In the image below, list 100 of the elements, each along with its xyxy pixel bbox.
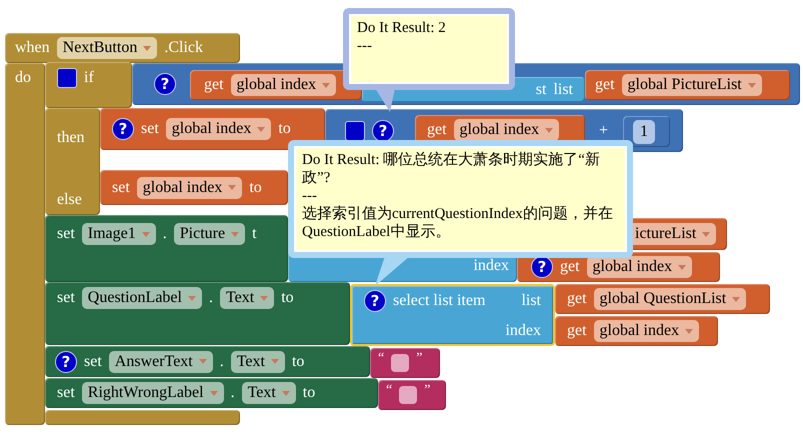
block-label: then — [57, 129, 85, 147]
dropdown-field[interactable]: RightWrongLabel — [82, 382, 224, 404]
variable-block[interactable]: get global index — [190, 70, 362, 100]
block-label: get — [595, 76, 615, 94]
block-label: st — [536, 80, 546, 98]
caret-icon — [270, 359, 279, 364]
dropdown-field[interactable]: global PictureList — [622, 74, 762, 96]
result-text: Do It Result: 2 — [357, 19, 447, 37]
block-label: when — [15, 39, 50, 57]
list-block[interactable]: ? select list item list index — [350, 284, 555, 346]
dropdown-field[interactable]: global index — [586, 256, 692, 278]
block-label: select list item — [393, 292, 486, 310]
block-label: to — [302, 384, 316, 402]
quote-mark: “ — [386, 383, 392, 399]
dropdown-field[interactable]: Image1 — [82, 223, 156, 245]
block-label: t — [252, 225, 257, 243]
dropdown-field[interactable]: global index — [230, 74, 336, 96]
event-block-foot[interactable] — [45, 410, 240, 425]
dropdown-field[interactable]: NextButton — [56, 37, 158, 59]
block-label: . — [230, 384, 235, 402]
result-text: --- — [302, 187, 318, 205]
help-button[interactable]: ? — [372, 120, 394, 142]
setter-block[interactable]: set RightWrongLabel . Text to — [45, 378, 378, 408]
dropdown-field[interactable]: global QuestionList — [594, 288, 746, 310]
caret-icon — [322, 82, 330, 88]
block-label: set — [141, 120, 159, 138]
caret-icon — [188, 296, 196, 300]
event-block[interactable]: when NextButton .Click — [5, 33, 240, 63]
block-label: set — [57, 384, 75, 402]
caret-icon — [257, 126, 266, 132]
block-label: else — [57, 191, 82, 209]
block-label: list — [521, 292, 541, 309]
text-block[interactable]: “ ” — [378, 380, 446, 410]
block-label: to — [292, 352, 304, 370]
caret-icon — [732, 296, 740, 302]
caret-icon — [702, 232, 710, 236]
block-label: to — [281, 289, 294, 307]
variable-block[interactable]: get global PictureList — [585, 70, 790, 100]
dropdown-field[interactable]: Text — [230, 350, 285, 372]
dropdown-field[interactable]: Text — [242, 382, 296, 404]
math-block[interactable]: 1 — [623, 116, 670, 147]
dropdown-field[interactable]: global index — [166, 118, 272, 140]
caret-icon — [228, 185, 236, 190]
number-field[interactable]: 1 — [633, 120, 655, 144]
dropdown-field[interactable]: global index — [594, 320, 700, 342]
variable-block[interactable]: ? set global index to — [100, 108, 325, 150]
block-label: to — [249, 178, 262, 196]
dropdown-field[interactable]: Text — [220, 287, 274, 309]
caret-icon — [210, 390, 218, 396]
block-label: to — [278, 120, 291, 138]
caret-icon — [198, 359, 207, 364]
block-label: index — [473, 257, 509, 275]
mutator-icon[interactable] — [345, 120, 365, 140]
block-label: get — [560, 258, 580, 276]
block-label: get — [567, 322, 587, 340]
block-label: set — [112, 178, 130, 196]
block-label: list — [553, 80, 573, 98]
block-label: if — [84, 69, 94, 87]
caret-icon — [748, 82, 756, 88]
quote-mark: ” — [424, 383, 430, 399]
dropdown-field[interactable]: global index — [136, 176, 242, 198]
help-button[interactable]: ? — [55, 350, 77, 372]
quote-mark: “ — [378, 351, 384, 367]
block-label: . — [162, 225, 167, 243]
dropdown-field[interactable]: QuestionLabel — [82, 287, 202, 309]
block-label: . — [208, 289, 213, 307]
variable-block[interactable]: set global index to — [100, 170, 288, 205]
block-label: + — [598, 122, 608, 138]
dropdown-field[interactable]: global index — [454, 119, 560, 141]
variable-block[interactable]: get global index — [555, 316, 718, 346]
text-field[interactable] — [391, 354, 410, 372]
block-label: get — [427, 121, 447, 139]
block-label: get — [204, 76, 224, 94]
result-text: Do It Result: 哪位总统在大萧条时期实施了“新政”? — [302, 151, 601, 187]
block-label: get — [567, 290, 587, 308]
block-label: index — [505, 322, 541, 340]
caret-icon — [260, 296, 268, 300]
block-label: set — [84, 352, 102, 370]
caret-icon — [678, 264, 686, 270]
help-button[interactable]: ? — [112, 118, 134, 140]
help-button[interactable]: ? — [154, 73, 176, 95]
dropdown-field[interactable]: Picture — [174, 223, 246, 245]
mutator-icon[interactable] — [57, 68, 77, 88]
quote-mark: ” — [416, 351, 422, 367]
block-label: do — [15, 69, 31, 87]
block-label: set — [57, 225, 75, 243]
text-block[interactable]: “ ” — [370, 348, 440, 378]
setter-block[interactable]: set Image1 . Picture t — [45, 215, 288, 282]
dropdown-field[interactable]: AnswerText — [108, 350, 213, 372]
block-label: .Click — [164, 39, 203, 57]
setter-block[interactable]: ? set AnswerText . Text to — [45, 346, 370, 377]
text-field[interactable] — [399, 386, 418, 404]
result-text: 选择索引值为currentQuestionIndex的问题，并在QuestionLabel中显示。 — [302, 205, 614, 241]
setter-block[interactable]: set QuestionLabel . Text to — [45, 282, 350, 345]
block-label: set — [57, 289, 75, 307]
help-button[interactable]: ? — [364, 290, 386, 312]
variable-block[interactable]: get global QuestionList — [555, 284, 770, 314]
caret-icon — [231, 232, 240, 236]
help-button[interactable]: ? — [531, 256, 553, 278]
caret-icon — [142, 232, 150, 236]
